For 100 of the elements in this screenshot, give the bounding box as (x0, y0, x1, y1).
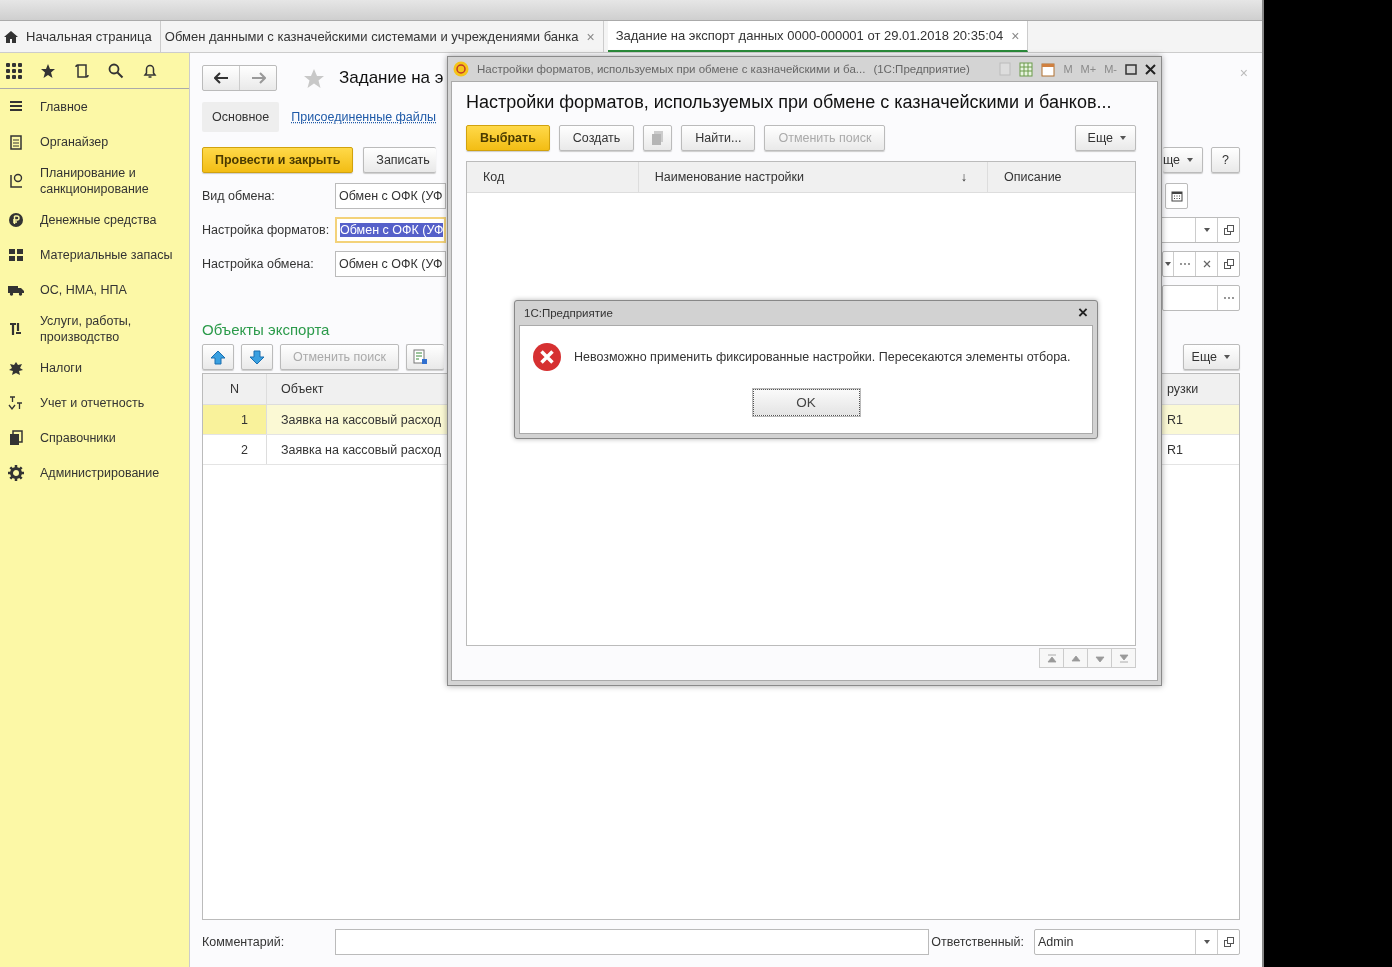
more-button[interactable]: ще (1162, 147, 1204, 173)
report-icon (413, 349, 428, 365)
dropdown-icon (1164, 261, 1172, 267)
dialog-button[interactable]: Создать (558, 125, 635, 151)
sidebar-item[interactable]: Налоги (0, 350, 189, 385)
history-icon[interactable] (74, 62, 90, 79)
field-label: Ответственный: (931, 935, 1024, 949)
tools-icon (8, 320, 24, 337)
apps-icon[interactable] (6, 62, 22, 79)
search-icon[interactable] (108, 62, 124, 79)
table-cell: 1 (203, 405, 267, 434)
sidebar-item[interactable]: Услуги, работы, производство (0, 307, 189, 350)
scroll-first-button[interactable] (1039, 648, 1064, 668)
dialog-title: Настройки форматов, используемых при обмене с казначейскими и ба... (477, 63, 866, 75)
column-header: Объект (280, 381, 325, 398)
help-button[interactable]: ? (1211, 147, 1240, 173)
calendar-icon[interactable] (1041, 61, 1056, 77)
sidebar-item-label: Справочники (40, 429, 116, 446)
sidebar-item-label: Главное (40, 98, 88, 115)
sidebar-item-label: Денежные средства (40, 211, 157, 228)
error-message: Невозможно применить фиксированные настройки. Пересекаются элементы отбора. (574, 350, 1071, 364)
move-down-button[interactable] (241, 344, 273, 370)
home-icon (4, 29, 18, 44)
input-field[interactable]: Обмен с ОФК (УФ (335, 217, 446, 243)
table-icon[interactable] (1019, 61, 1034, 77)
grid-icon (8, 246, 24, 263)
tab[interactable]: Обмен данными с казначейскими системами и учреждениями банка × (160, 21, 604, 52)
dialog-button[interactable]: Найти... (681, 125, 756, 151)
tab[interactable]: Основное (202, 102, 280, 132)
sidebar-item-label: Услуги, работы, производство (40, 312, 133, 345)
document-icon (999, 62, 1012, 76)
sidebar-item-label: Учет и отчетность (40, 394, 145, 411)
dropdown-icon (1119, 135, 1127, 141)
sidebar-item-label: Органайзер (40, 133, 109, 150)
input-field[interactable]: Admin (1035, 930, 1195, 954)
book-icon (8, 429, 24, 446)
scroll-down-button[interactable] (1087, 648, 1112, 668)
table-cell-text: R1 (1167, 412, 1184, 427)
sidebar-item[interactable]: Материальные запасы (0, 237, 189, 272)
dialog-heading: Настройки форматов, используемых при обмене с казначейскими и банков... (466, 92, 1113, 114)
tab[interactable]: Начальная страница (0, 21, 161, 52)
dropdown-icon (1202, 939, 1211, 945)
form-title: Задание на э (339, 68, 444, 88)
down-icon (1094, 653, 1105, 663)
star-icon[interactable] (40, 62, 56, 79)
sidebar-item[interactable]: Органайзер (0, 124, 189, 159)
open-icon (1222, 936, 1235, 948)
last-icon (1118, 653, 1129, 663)
section-title: Объекты экспорта (202, 321, 331, 339)
column-header: Код (482, 169, 506, 186)
tab-label: Начальная страница (26, 29, 152, 44)
comment-field[interactable] (335, 929, 929, 955)
sidebar-item-label: Налоги (40, 359, 82, 376)
input-field[interactable]: Обмен с ОФК (УФ (335, 183, 446, 209)
scroll-up-button[interactable] (1063, 648, 1088, 668)
bell-icon[interactable] (142, 62, 158, 79)
coin-icon (8, 211, 24, 228)
close-icon[interactable]: × (1011, 27, 1020, 44)
clear-icon (1202, 260, 1211, 268)
sidebar-item[interactable]: Планирование и санкционирование (0, 159, 189, 202)
sidebar-item[interactable]: Справочники (0, 420, 189, 455)
link[interactable]: Присоединенные файлы (281, 102, 447, 132)
more-button[interactable]: Еще (1182, 344, 1240, 370)
save-button[interactable]: Записать (363, 147, 436, 173)
sidebar-item[interactable]: ОС, НМА, НПА (0, 272, 189, 307)
ok-button[interactable]: OK (752, 389, 860, 416)
move-up-button[interactable] (202, 344, 234, 370)
tab[interactable]: Задание на экспорт данных 0000-000001 от 29.01.2018 20:35:04 × (607, 21, 1029, 52)
close-icon[interactable]: × (1078, 303, 1088, 323)
first-icon (1046, 653, 1057, 663)
column-header: Наименование настройки ↓ (637, 162, 988, 192)
sidebar-item[interactable]: Администрирование (0, 455, 189, 490)
error-icon (532, 342, 562, 372)
up-arrow-icon (210, 349, 226, 365)
logo-icon (453, 61, 469, 77)
sidebar-item[interactable]: Учет и отчетность (0, 385, 189, 420)
alert-title: 1С:Предприятие (524, 307, 613, 319)
post-and-close-button[interactable]: Провести и закрыть (202, 147, 354, 173)
report-button[interactable] (406, 344, 444, 370)
sidebar-item-label: Администрирование (40, 464, 160, 481)
dropdown-icon (1202, 227, 1211, 233)
dropdown-icon (1186, 157, 1195, 163)
back-arrow-icon (213, 72, 229, 84)
sidebar-item[interactable]: Денежные средства (0, 202, 189, 237)
scroll-last-button[interactable] (1111, 648, 1136, 668)
gear-icon (8, 464, 24, 481)
star-icon[interactable] (303, 67, 325, 89)
maximize-icon[interactable] (1125, 63, 1137, 75)
app-name: (1С:Предприятие) (873, 63, 970, 75)
close-icon[interactable] (1145, 63, 1156, 75)
input-field[interactable]: Обмен с ОФК (УФ (335, 251, 446, 277)
up-icon (1070, 653, 1081, 663)
forward-arrow-icon (250, 72, 266, 84)
sidebar-item[interactable]: Главное (0, 89, 189, 124)
dialog-button[interactable]: Выбрать (466, 125, 550, 151)
sidebar-item-label: ОС, НМА, НПА (40, 281, 127, 298)
more-button[interactable]: Еще (1074, 125, 1136, 151)
sidebar-item-label: Планирование и санкционирование (40, 164, 150, 197)
down-arrow-icon (249, 349, 265, 365)
field-label: Комментарий: (202, 935, 286, 949)
